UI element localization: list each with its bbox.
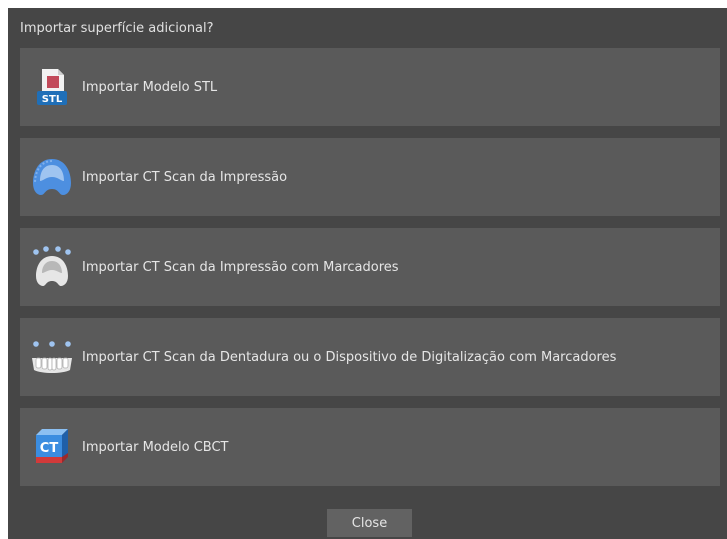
- import-denture-markers-button[interactable]: Importar CT Scan da Dentadura ou o Dispo…: [20, 318, 720, 396]
- import-impression-ct-button[interactable]: Importar CT Scan da Impressão: [20, 138, 720, 216]
- impression-tray-icon: [30, 155, 74, 199]
- dialog-title: Importar superfície adicional?: [20, 21, 214, 36]
- close-button[interactable]: Close: [327, 509, 412, 537]
- denture-markers-icon: [30, 335, 74, 379]
- svg-text:CT: CT: [40, 441, 59, 456]
- import-stl-model-button[interactable]: STL Importar Modelo STL: [20, 48, 720, 126]
- impression-markers-icon: [30, 245, 74, 289]
- import-stl-model-label: Importar Modelo STL: [82, 79, 218, 95]
- import-cbct-model-button[interactable]: CT Importar Modelo CBCT: [20, 408, 720, 486]
- svg-text:STL: STL: [42, 94, 63, 105]
- import-impression-markers-button[interactable]: Importar CT Scan da Impressão com Marcad…: [20, 228, 720, 306]
- import-cbct-model-label: Importar Modelo CBCT: [82, 439, 229, 455]
- import-denture-markers-label: Importar CT Scan da Dentadura ou o Dispo…: [82, 349, 617, 365]
- stl-file-icon: STL: [30, 65, 74, 109]
- import-impression-ct-label: Importar CT Scan da Impressão: [82, 169, 288, 185]
- ct-cube-icon: CT: [30, 425, 74, 469]
- import-surface-dialog: Importar superfície adicional? STL Impor…: [8, 8, 727, 539]
- import-impression-markers-label: Importar CT Scan da Impressão com Marcad…: [82, 259, 399, 275]
